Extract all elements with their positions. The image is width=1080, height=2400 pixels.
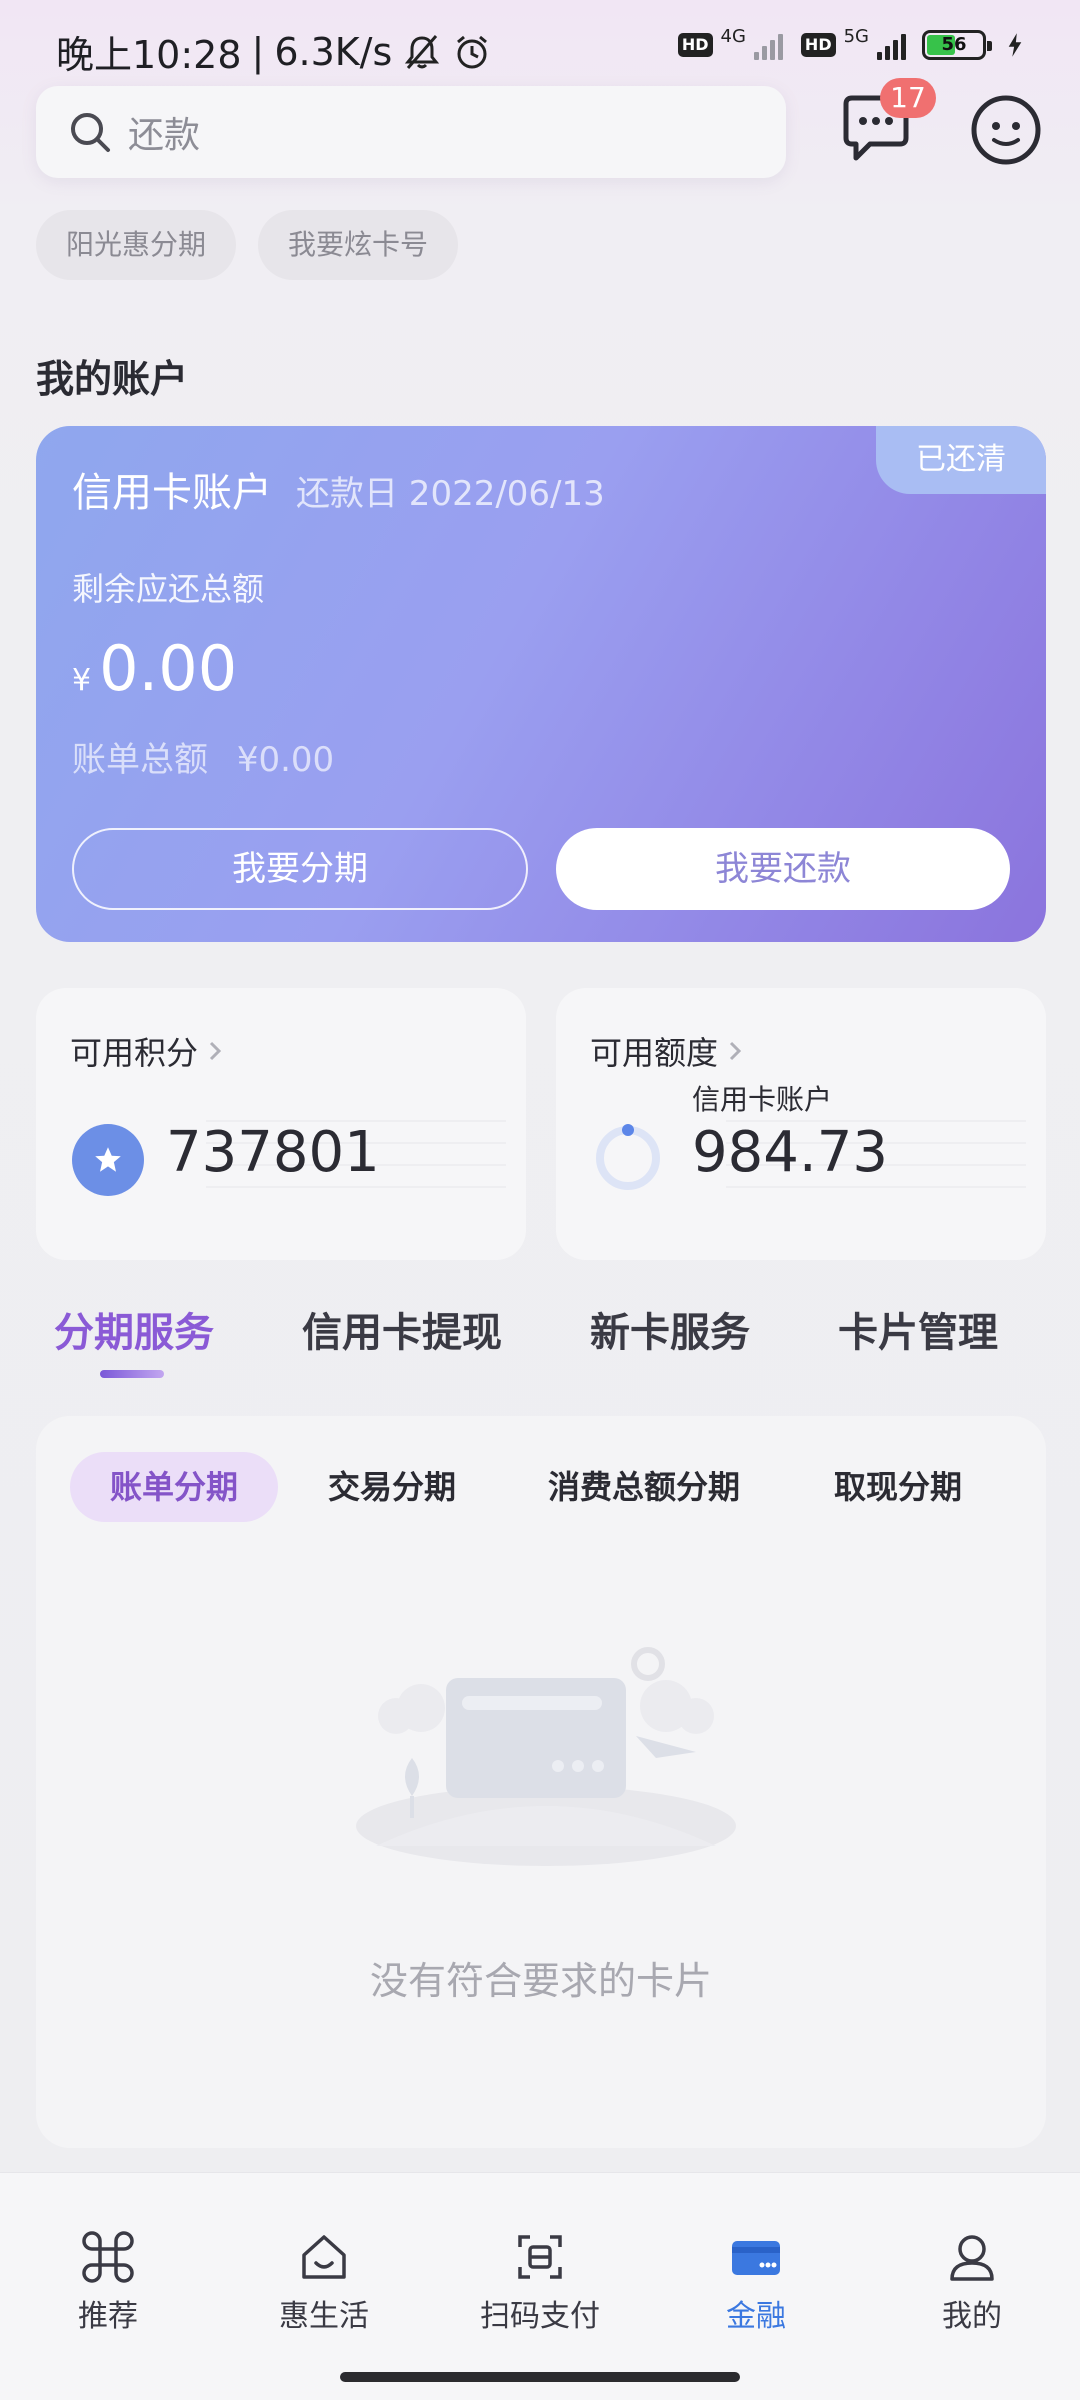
nav-item-life[interactable]: 惠生活 [244,2227,404,2335]
subtab-transaction-installment[interactable]: 交易分期 [328,1452,456,1522]
subtab-total-spending-installment[interactable]: 消费总额分期 [548,1452,740,1522]
status-right: HD 4G HD 5G 56 [677,26,1024,60]
chip-sunshine-installment[interactable]: 阳光惠分期 [36,210,237,280]
currency-symbol: ¥ [72,663,92,698]
tab-card-management[interactable]: 卡片管理 [838,1300,998,1358]
sim2-signal-icon [877,30,906,60]
quota-title: 可用额度 [590,1028,746,1074]
alarm-icon [457,35,488,68]
battery-icon: 56 [922,30,992,60]
section-title-my-account: 我的账户 [36,357,189,401]
chip-show-card[interactable]: 我要炫卡号 [258,210,459,280]
remaining-label: 剩余应还总额 [72,570,265,608]
tab-new-card-service[interactable]: 新卡服务 [590,1300,750,1358]
status-separator: | [251,29,265,74]
remaining-value: 0.00 [99,632,238,705]
chevron-right-icon [209,1041,222,1061]
nav-item-scan-pay[interactable]: 扫码支付 [460,2227,620,2335]
installment-panel: 账单分期 交易分期 消费总额分期 取现分期 没有符合要求的卡片 [36,1416,1046,2148]
empty-card-illustration [356,1647,736,1866]
quota-value: 984.73 [692,1120,888,1185]
quota-subtitle: 信用卡账户 [692,1083,833,1116]
tab-card-cash-withdrawal[interactable]: 信用卡提现 [302,1300,502,1358]
nav-item-mine[interactable]: 我的 [892,2227,1052,2335]
bell-off-icon [405,34,440,69]
sim2-network: 5G [843,25,869,47]
nav-label-finance: 金融 [726,2299,786,2334]
subtab-cash-installment[interactable]: 取现分期 [834,1452,962,1522]
sim2-hd-badge: HD [800,33,836,57]
empty-state-text: 没有符合要求的卡片 [369,1959,712,2003]
sim1-hd-badge: HD [677,33,713,57]
points-card[interactable]: 可用积分 737801 [36,988,526,1260]
due-date: 还款日 2022/06/13 [296,474,605,514]
battery-percent: 56 [941,34,967,55]
profile-icon [950,2235,994,2281]
installment-button[interactable]: 我要分期 [72,828,528,910]
status-bar: 晚上10:28 | 6.3K/s HD 4G HD 5G 56 [0,0,1080,90]
search-placeholder: 还款 [128,115,201,156]
nav-item-recommend[interactable]: 推荐 [28,2227,188,2335]
charging-icon [1008,33,1022,57]
status-badge: 已还清 [876,426,1046,494]
life-house-icon [302,2235,346,2279]
status-speed: 6.3K/s [274,29,393,74]
bottom-nav: 推荐 惠生活 扫码支付 金融 我的 [0,2172,1080,2400]
bill-label: 账单总额 [72,740,208,780]
sim1-network: 4G [720,25,746,47]
nav-label-scan-pay: 扫码支付 [480,2299,600,2334]
points-title-label: 可用积分 [70,1034,199,1072]
quota-title-label: 可用额度 [590,1034,719,1072]
tab-active-indicator [100,1370,164,1378]
nav-label-recommend: 推荐 [78,2299,138,2334]
points-title: 可用积分 [70,1028,226,1074]
home-indicator[interactable] [340,2372,740,2382]
status-left: 晚上10:28 | 6.3K/s [56,24,492,79]
subtab-bill-installment[interactable]: 账单分期 [70,1452,279,1522]
status-time: 晚上10:28 [56,33,242,77]
nav-label-life: 惠生活 [279,2299,369,2334]
chevron-right-icon [729,1041,742,1061]
quota-ring-icon [596,1124,660,1190]
search-bar[interactable]: 还款 [36,86,786,178]
bill-total: 账单总额 ¥0.00 [72,732,334,781]
card-title: 信用卡账户 [72,470,272,516]
star-icon [72,1124,144,1196]
repay-button[interactable]: 我要还款 [556,828,1010,910]
search-icon [71,113,110,152]
quota-card[interactable]: 可用额度 信用卡账户 984.73 [556,988,1046,1260]
message-badge: 17 [880,78,936,118]
scan-icon [518,2235,562,2279]
recommend-icon [82,2231,134,2283]
card-icon [732,2241,780,2275]
remaining-amount: ¥ 0.00 [72,632,237,705]
credit-card-account-card[interactable]: 已还清 信用卡账户 还款日 2022/06/13 剩余应还总额 ¥ 0.00 账… [36,426,1046,942]
tab-installment-service[interactable]: 分期服务 [54,1300,214,1358]
sim1-signal-icon [753,30,783,60]
points-value: 737801 [166,1120,380,1185]
nav-item-finance[interactable]: 金融 [676,2227,836,2335]
nav-label-mine: 我的 [942,2299,1002,2334]
bill-amount: ¥0.00 [236,740,335,780]
customer-service-icon[interactable] [968,92,1044,168]
